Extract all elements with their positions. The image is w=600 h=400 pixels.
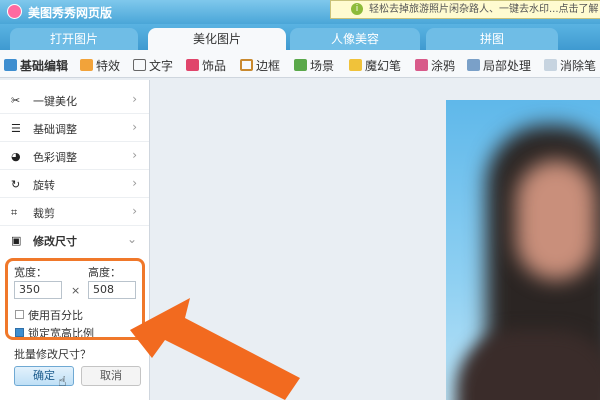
tool-bar: 基础编辑 特效 文字 饰品 边框 场景 魔幻笔 涂鸦 局部处理 消除笔 xyxy=(0,50,600,78)
chevron-right-icon: › xyxy=(132,120,137,134)
chevron-right-icon: › xyxy=(132,148,137,162)
rotate-icon: ↻ xyxy=(11,178,21,191)
tool-decorations[interactable]: 饰品 xyxy=(186,57,226,74)
chevron-right-icon: › xyxy=(132,176,137,190)
local-process-icon xyxy=(467,59,480,71)
sidebar-item-label: 裁剪 xyxy=(33,207,55,220)
tool-scenes[interactable]: 场景 xyxy=(294,57,334,74)
eraser-icon xyxy=(544,59,557,71)
sidebar-item-label: 基础调整 xyxy=(33,123,77,136)
sidebar-item-crop[interactable]: ⌗ 裁剪 › xyxy=(0,198,149,226)
app-logo-icon xyxy=(7,4,22,19)
chevron-right-icon: › xyxy=(132,92,137,106)
photo-preview[interactable] xyxy=(446,100,600,400)
tool-frames[interactable]: 边框 xyxy=(240,57,280,74)
text-icon xyxy=(133,59,146,71)
basic-edit-icon xyxy=(4,59,17,71)
palette-icon: ◕ xyxy=(11,150,21,163)
tool-basic-edit[interactable]: 基础编辑 xyxy=(4,57,68,74)
annotation-arrow-icon xyxy=(130,298,300,400)
sidebar-item-label: 修改尺寸 xyxy=(33,235,77,248)
sidebar-item-label: 一键美化 xyxy=(33,95,77,108)
bow-icon xyxy=(186,59,199,71)
tab-collage[interactable]: 拼图 xyxy=(426,28,558,50)
sidebar-item-label: 色彩调整 xyxy=(33,151,77,164)
sidebar-item-label: 旋转 xyxy=(33,179,55,192)
sidebar-item-basic-adjust[interactable]: ☰ 基础调整 › xyxy=(0,114,149,142)
crop-icon: ⌗ xyxy=(11,206,18,219)
tool-text[interactable]: 文字 xyxy=(133,57,173,74)
title-bar: 美图秀秀网页版 i 轻松去掉旅游照片闲杂路人、一键去水印...点击了解 xyxy=(0,0,600,24)
info-icon: i xyxy=(351,3,363,15)
sidebar-item-color-adjust[interactable]: ◕ 色彩调整 › xyxy=(0,142,149,170)
scene-icon xyxy=(294,59,307,71)
tab-beautify[interactable]: 美化图片 xyxy=(148,28,286,50)
magic-pen-icon xyxy=(349,59,362,71)
sliders-icon: ☰ xyxy=(11,122,21,135)
tool-eraser[interactable]: 消除笔 xyxy=(544,57,596,74)
sidebar-item-resize[interactable]: ▣ 修改尺寸 ⌄ xyxy=(0,226,149,254)
brush-icon xyxy=(415,59,428,71)
chevron-down-icon: ⌄ xyxy=(126,232,137,246)
sidebar-item-rotate[interactable]: ↻ 旋转 › xyxy=(0,170,149,198)
tool-local-process[interactable]: 局部处理 xyxy=(467,57,531,74)
tool-magic-pen[interactable]: 魔幻笔 xyxy=(349,57,401,74)
app-title: 美图秀秀网页版 xyxy=(28,6,113,20)
magic-wand-icon: ✂ xyxy=(11,94,21,107)
tab-open-image[interactable]: 打开图片 xyxy=(10,28,138,50)
main-tabs: 打开图片 美化图片 人像美容 拼图 xyxy=(0,24,600,50)
resize-icon: ▣ xyxy=(11,234,22,247)
tab-portrait[interactable]: 人像美容 xyxy=(290,28,420,50)
tool-doodle[interactable]: 涂鸦 xyxy=(415,57,455,74)
effects-icon xyxy=(80,59,93,71)
promo-notice[interactable]: i 轻松去掉旅游照片闲杂路人、一键去水印...点击了解 xyxy=(330,0,600,19)
frame-icon xyxy=(240,59,253,71)
chevron-right-icon: › xyxy=(132,204,137,218)
sidebar-item-one-click[interactable]: ✂ 一键美化 › xyxy=(0,86,149,114)
promo-notice-text: 轻松去掉旅游照片闲杂路人、一键去水印...点击了解 xyxy=(369,4,599,15)
tool-effects[interactable]: 特效 xyxy=(80,57,120,74)
